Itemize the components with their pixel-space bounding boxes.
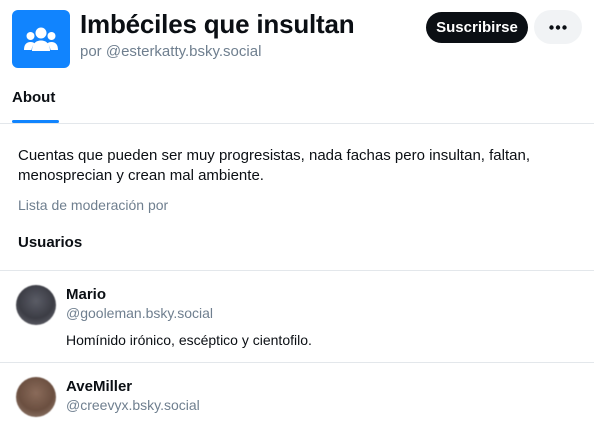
avatar[interactable] xyxy=(16,377,56,417)
members-heading: Usuarios xyxy=(18,234,83,251)
list-item[interactable]: AveMiller @creevyx.bsky.social xyxy=(0,363,594,445)
list-item[interactable]: Mario @gooleman.bsky.social Homínido iró… xyxy=(0,271,594,362)
list-description: Cuentas que pueden ser muy progresistas,… xyxy=(18,147,530,184)
moderation-list-label: Lista de moderación por xyxy=(18,197,169,213)
active-tab-indicator xyxy=(12,120,59,123)
user-handle: @gooleman.bsky.social xyxy=(66,305,214,321)
ellipsis-icon xyxy=(549,24,567,30)
user-display-name: Mario xyxy=(66,286,107,303)
more-options-button[interactable] xyxy=(534,10,582,44)
tab-about[interactable]: About xyxy=(12,89,55,106)
list-header: Imbéciles que insultan por @esterkatty.b… xyxy=(0,0,594,80)
users-group-icon xyxy=(24,27,58,51)
creator-handle-link[interactable]: @esterkatty.bsky.social xyxy=(106,43,262,60)
avatar[interactable] xyxy=(16,285,56,325)
list-byline: por @esterkatty.bsky.social xyxy=(80,43,261,60)
page-title: Imbéciles que insultan xyxy=(80,9,355,39)
user-display-name: AveMiller xyxy=(66,378,133,395)
user-bio: Homínido irónico, escéptico y cientofilo… xyxy=(66,332,312,348)
list-avatar xyxy=(12,10,70,68)
tab-bar: About xyxy=(0,80,594,124)
user-handle: @creevyx.bsky.social xyxy=(66,397,200,413)
subscribe-button[interactable]: Suscribirse xyxy=(426,12,528,43)
byline-prefix: por xyxy=(80,43,102,60)
